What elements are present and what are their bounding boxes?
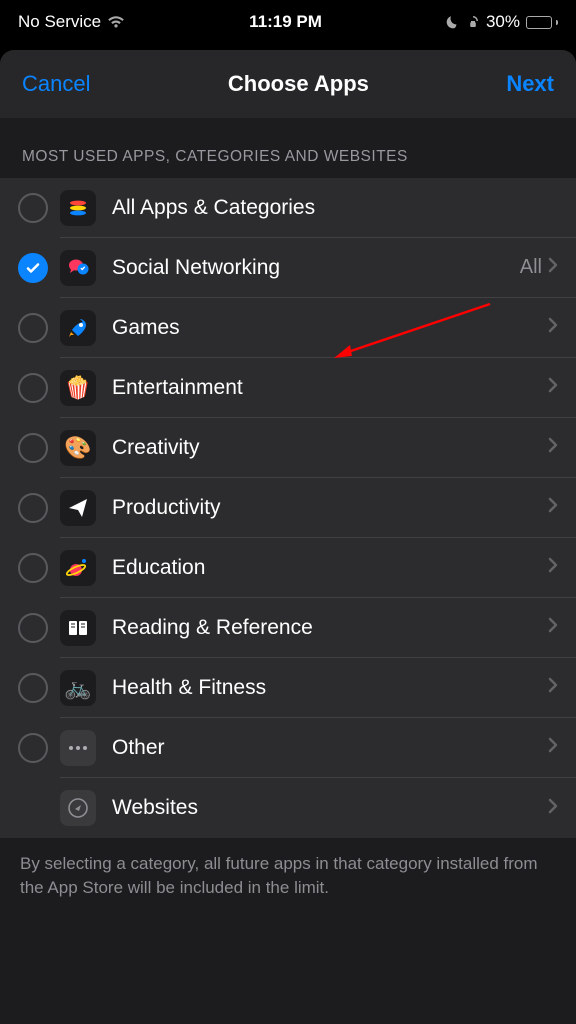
chevron-right-icon bbox=[548, 798, 558, 819]
planet-icon bbox=[60, 550, 96, 586]
checkbox-unchecked[interactable] bbox=[18, 613, 48, 643]
status-bar: No Service 11:19 PM 30% bbox=[0, 0, 576, 44]
chevron-right-icon bbox=[548, 557, 558, 578]
checkbox-unchecked[interactable] bbox=[18, 313, 48, 343]
row-label: Creativity bbox=[112, 436, 548, 460]
row-label: Reading & Reference bbox=[112, 616, 548, 640]
nav-bar: Cancel Choose Apps Next bbox=[0, 50, 576, 118]
carrier-text: No Service bbox=[18, 12, 101, 32]
popcorn-icon: 🍿 bbox=[60, 370, 96, 406]
row-label: Entertainment bbox=[112, 376, 548, 400]
page-title: Choose Apps bbox=[228, 71, 369, 97]
checkbox-checked[interactable] bbox=[18, 253, 48, 283]
row-all-apps[interactable]: All Apps & Categories bbox=[0, 178, 576, 238]
modal-sheet: Cancel Choose Apps Next MOST USED APPS, … bbox=[0, 50, 576, 1024]
row-health-fitness[interactable]: 🚲 Health & Fitness bbox=[0, 658, 576, 718]
row-label: Productivity bbox=[112, 496, 548, 520]
chevron-right-icon bbox=[548, 497, 558, 518]
chevron-right-icon bbox=[548, 377, 558, 398]
row-label: Social Networking bbox=[112, 256, 520, 280]
chevron-right-icon bbox=[548, 737, 558, 758]
social-icon bbox=[60, 250, 96, 286]
row-reading-reference[interactable]: Reading & Reference bbox=[0, 598, 576, 658]
next-button[interactable]: Next bbox=[506, 71, 554, 97]
book-icon bbox=[60, 610, 96, 646]
ellipsis-icon bbox=[60, 730, 96, 766]
row-games[interactable]: Games bbox=[0, 298, 576, 358]
orientation-lock-icon bbox=[466, 15, 480, 29]
row-label: All Apps & Categories bbox=[112, 196, 558, 220]
chevron-right-icon bbox=[548, 617, 558, 638]
row-education[interactable]: Education bbox=[0, 538, 576, 598]
chevron-right-icon bbox=[548, 257, 558, 278]
checkbox-unchecked[interactable] bbox=[18, 553, 48, 583]
rocket-icon bbox=[60, 310, 96, 346]
checkbox-unchecked[interactable] bbox=[18, 193, 48, 223]
checkbox-unchecked[interactable] bbox=[18, 373, 48, 403]
row-label: Games bbox=[112, 316, 548, 340]
row-entertainment[interactable]: 🍿 Entertainment bbox=[0, 358, 576, 418]
stack-icon bbox=[60, 190, 96, 226]
chevron-right-icon bbox=[548, 317, 558, 338]
battery-percent-text: 30% bbox=[486, 12, 520, 32]
checkbox-unchecked[interactable] bbox=[18, 673, 48, 703]
clock-text: 11:19 PM bbox=[249, 12, 322, 32]
row-label: Education bbox=[112, 556, 548, 580]
row-creativity[interactable]: 🎨 Creativity bbox=[0, 418, 576, 478]
row-social-networking[interactable]: Social Networking All bbox=[0, 238, 576, 298]
row-label: Websites bbox=[112, 796, 548, 820]
section-header: MOST USED APPS, CATEGORIES AND WEBSITES bbox=[0, 118, 576, 178]
row-label: Health & Fitness bbox=[112, 676, 548, 700]
chevron-right-icon bbox=[548, 677, 558, 698]
wifi-icon bbox=[107, 15, 125, 29]
chevron-right-icon bbox=[548, 437, 558, 458]
bicycle-icon: 🚲 bbox=[60, 670, 96, 706]
row-trail-text: All bbox=[520, 256, 542, 279]
checkbox-unchecked[interactable] bbox=[18, 433, 48, 463]
checkbox-unchecked[interactable] bbox=[18, 493, 48, 523]
palette-icon: 🎨 bbox=[60, 430, 96, 466]
footer-note: By selecting a category, all future apps… bbox=[0, 838, 576, 924]
cancel-button[interactable]: Cancel bbox=[22, 71, 90, 97]
checkbox-unchecked[interactable] bbox=[18, 733, 48, 763]
row-websites[interactable]: Websites bbox=[0, 778, 576, 838]
row-productivity[interactable]: Productivity bbox=[0, 478, 576, 538]
row-other[interactable]: Other bbox=[0, 718, 576, 778]
compass-icon bbox=[60, 790, 96, 826]
category-list: All Apps & Categories Social Networking … bbox=[0, 178, 576, 838]
checkbox-spacer bbox=[18, 793, 48, 823]
paper-plane-icon bbox=[60, 490, 96, 526]
row-label: Other bbox=[112, 736, 548, 760]
battery-icon bbox=[526, 16, 558, 29]
do-not-disturb-icon bbox=[446, 15, 460, 29]
